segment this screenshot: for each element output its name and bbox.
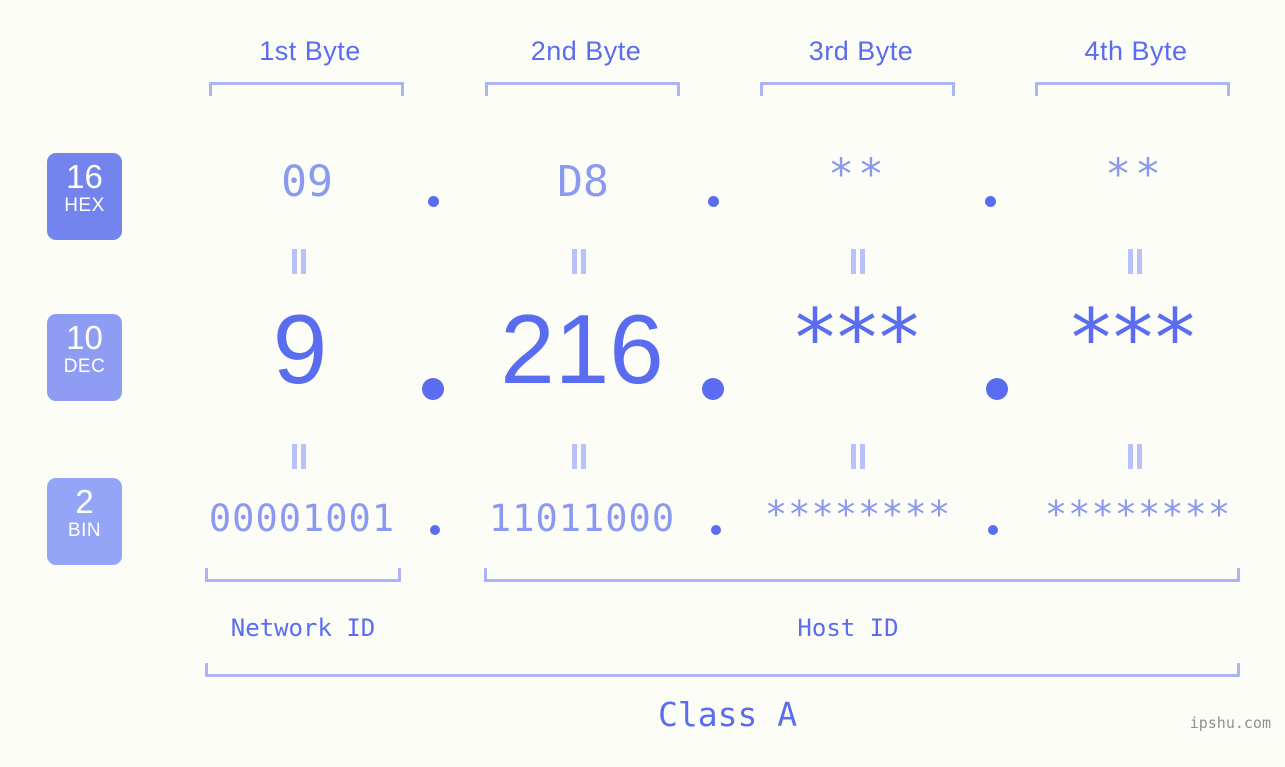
network-id-label: Network ID [230, 614, 376, 642]
hex-separator-dot-1 [428, 196, 439, 207]
ip-address-breakdown-diagram: 1st Byte 2nd Byte 3rd Byte 4th Byte 16 H… [0, 0, 1285, 767]
equals-icon-hex-dec-3 [851, 249, 867, 274]
byte-bracket-2-icon [485, 82, 680, 96]
radix-badge-bin-unit: BIN [67, 520, 102, 541]
bin-byte-1-value: 00001001 [208, 497, 396, 540]
hex-byte-4-value: ** [1105, 150, 1165, 200]
bin-byte-3-value: ******** [764, 493, 952, 536]
bin-separator-dot-3 [988, 525, 998, 535]
byte-bracket-1-icon [209, 82, 404, 96]
dec-separator-dot-1 [422, 378, 444, 400]
equals-icon-dec-bin-1 [292, 444, 308, 469]
radix-badge-hex-unit: HEX [64, 195, 105, 216]
byte-header-label-2: 2nd Byte [530, 36, 642, 66]
equals-icon-dec-bin-2 [572, 444, 588, 469]
radix-badge-hex: 16 HEX [47, 153, 122, 240]
radix-badge-bin: 2 BIN [47, 478, 122, 565]
dec-byte-3-value: *** [795, 292, 921, 385]
hex-byte-2-value: D8 [557, 157, 609, 207]
hex-byte-3-value: ** [828, 150, 888, 200]
bin-byte-4-value: ******** [1044, 493, 1232, 536]
byte-bracket-4-icon [1035, 82, 1230, 96]
equals-icon-hex-dec-2 [572, 249, 588, 274]
radix-badge-bin-number: 2 [75, 483, 94, 520]
class-bracket-icon [205, 663, 1240, 677]
equals-icon-hex-dec-1 [292, 249, 308, 274]
dec-byte-4-value: *** [1071, 292, 1197, 385]
dec-byte-2-value: 216 [500, 294, 664, 404]
hex-separator-dot-3 [985, 196, 996, 207]
radix-badge-hex-number: 16 [66, 158, 103, 195]
equals-icon-hex-dec-4 [1128, 249, 1144, 274]
bin-separator-dot-2 [711, 525, 721, 535]
radix-badge-dec: 10 DEC [47, 314, 122, 401]
dec-separator-dot-2 [702, 378, 724, 400]
equals-icon-dec-bin-3 [851, 444, 867, 469]
host-id-bracket-icon [484, 568, 1240, 582]
byte-header-label-4: 4th Byte [1084, 36, 1188, 66]
watermark: ipshu.com [1189, 714, 1271, 732]
radix-badge-dec-unit: DEC [63, 356, 106, 377]
host-id-label: Host ID [797, 614, 899, 642]
class-label: Class A [658, 695, 798, 734]
byte-header-label-1: 1st Byte [259, 36, 361, 66]
bin-separator-dot-1 [430, 525, 440, 535]
network-id-bracket-icon [205, 568, 401, 582]
dec-separator-dot-3 [986, 378, 1008, 400]
dec-byte-1-value: 9 [272, 294, 328, 404]
hex-byte-1-value: 09 [281, 157, 333, 207]
byte-header-label-3: 3rd Byte [808, 36, 914, 66]
byte-bracket-3-icon [760, 82, 955, 96]
bin-byte-2-value: 11011000 [488, 497, 676, 540]
radix-badge-dec-number: 10 [66, 319, 103, 356]
hex-separator-dot-2 [708, 196, 719, 207]
equals-icon-dec-bin-4 [1128, 444, 1144, 469]
